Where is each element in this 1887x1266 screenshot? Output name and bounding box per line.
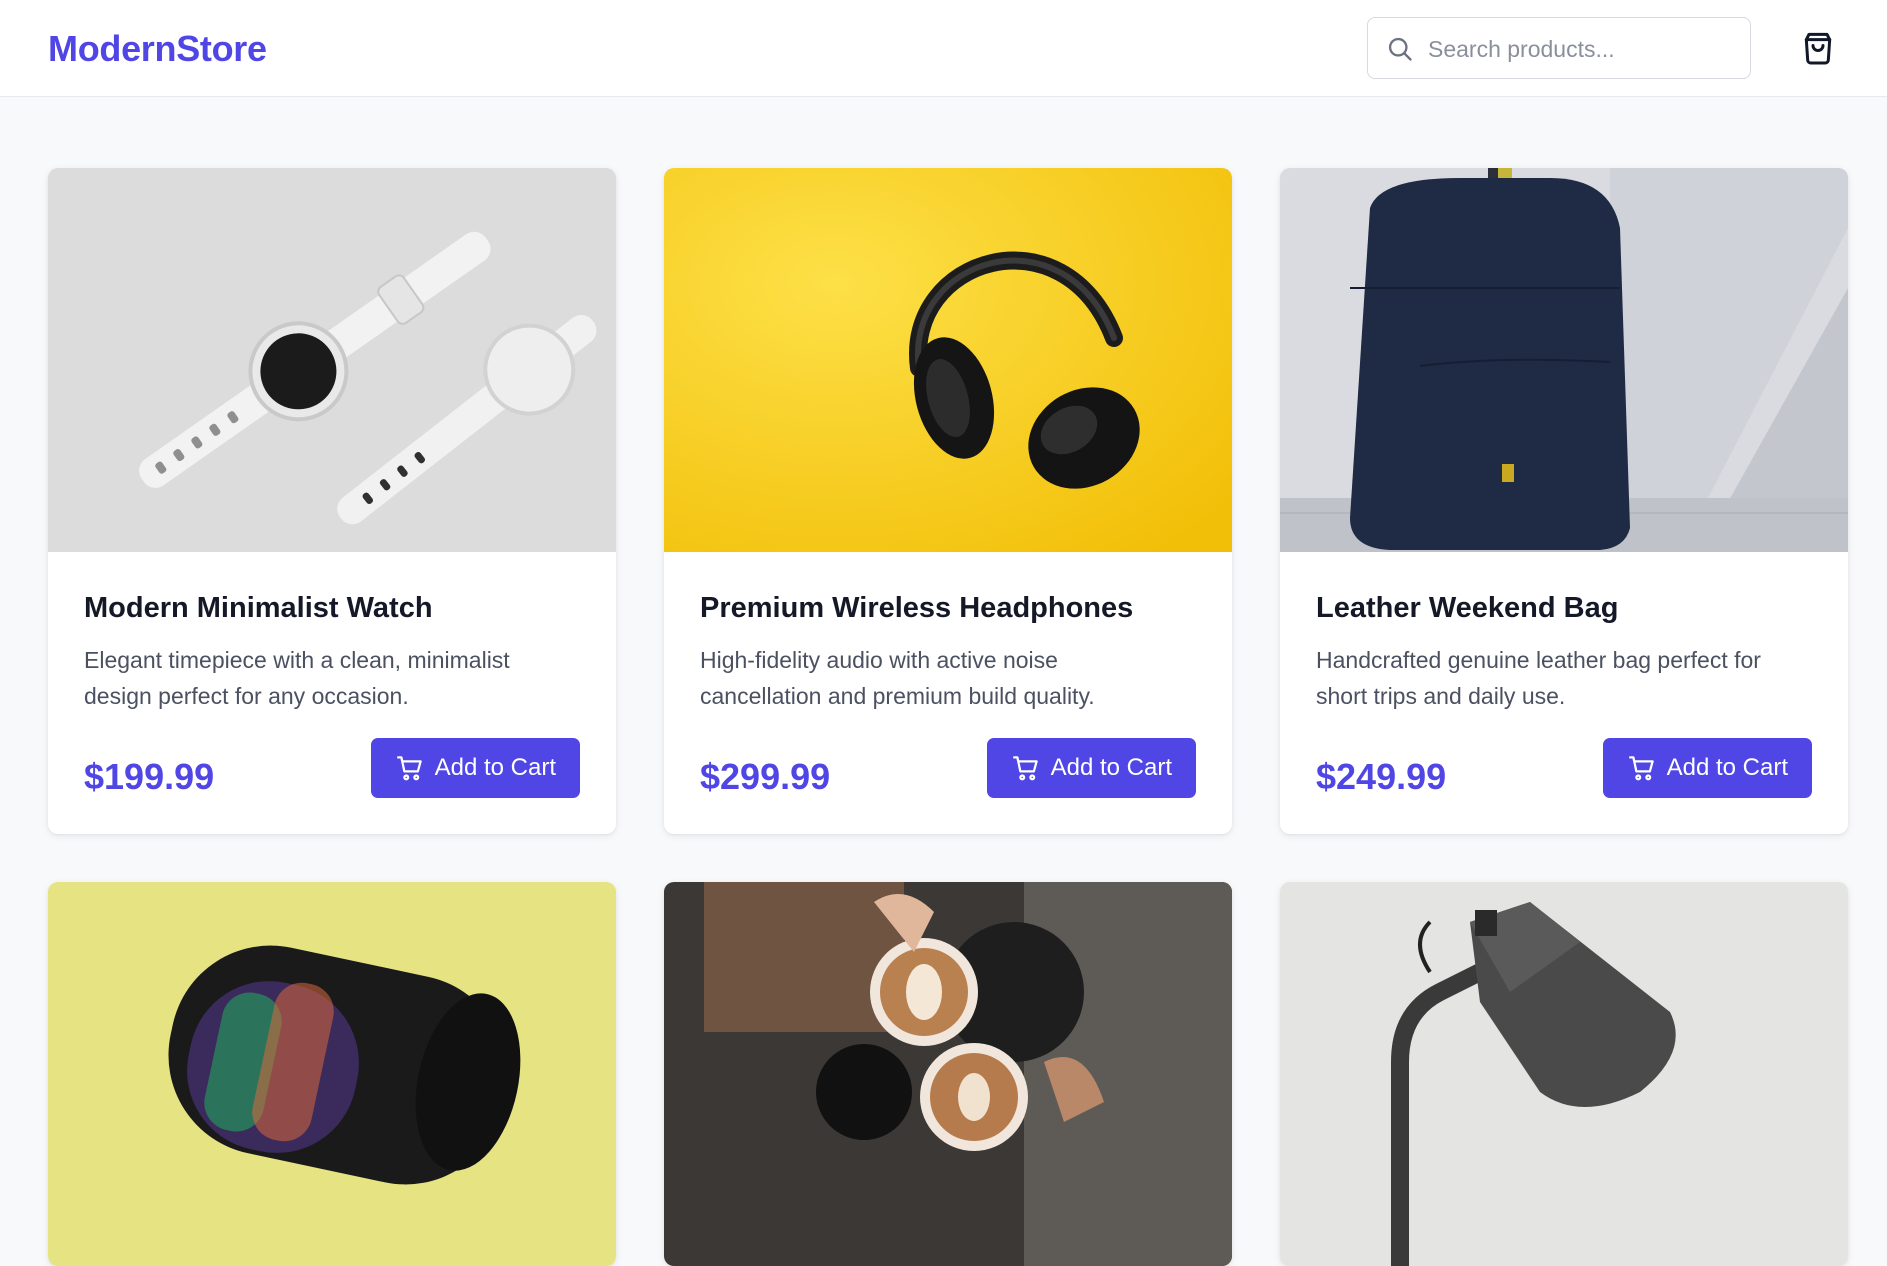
search-input[interactable] xyxy=(1428,32,1733,66)
search-icon xyxy=(1388,37,1412,61)
product-card xyxy=(48,882,616,1266)
search-box[interactable] xyxy=(1367,17,1751,79)
add-to-cart-button[interactable]: Add to Cart xyxy=(370,738,580,798)
cart-icon xyxy=(396,756,422,781)
product-card: Leather Weekend Bag Handcrafted genuine … xyxy=(1280,168,1848,834)
top-navbar: ModernStore xyxy=(0,0,1887,97)
product-price: $249.99 xyxy=(1316,756,1447,797)
add-to-cart-label: Add to Cart xyxy=(434,754,556,781)
cart-icon xyxy=(1012,756,1038,781)
product-card xyxy=(664,882,1232,1266)
product-image-coffee[interactable] xyxy=(664,882,1232,1266)
product-title: Premium Wireless Headphones xyxy=(700,592,1134,624)
add-to-cart-label: Add to Cart xyxy=(1666,754,1788,781)
product-description: High-fidelity audio with active noise ca… xyxy=(700,647,1095,709)
product-image-watch[interactable] xyxy=(48,168,616,552)
product-description: Elegant timepiece with a clean, minimali… xyxy=(84,647,510,709)
product-price: $199.99 xyxy=(84,756,215,797)
product-image-speaker[interactable] xyxy=(48,882,616,1266)
product-image-headphones[interactable] xyxy=(664,168,1232,552)
add-to-cart-label: Add to Cart xyxy=(1050,754,1172,781)
product-image-bag[interactable] xyxy=(1280,168,1848,552)
product-card: Modern Minimalist Watch Elegant timepiec… xyxy=(48,168,616,834)
product-title: Modern Minimalist Watch xyxy=(84,592,433,624)
cart-icon xyxy=(1628,756,1654,781)
product-card xyxy=(1280,882,1848,1266)
cart-button[interactable] xyxy=(1798,28,1838,68)
product-image-lamp[interactable] xyxy=(1280,882,1848,1266)
add-to-cart-button[interactable]: Add to Cart xyxy=(986,738,1196,798)
shopping-bag-icon xyxy=(1804,32,1832,65)
brand-logo[interactable]: ModernStore xyxy=(48,28,267,70)
product-price: $299.99 xyxy=(700,756,831,797)
add-to-cart-button[interactable]: Add to Cart xyxy=(1602,738,1812,798)
product-title: Leather Weekend Bag xyxy=(1316,592,1619,624)
product-card: Premium Wireless Headphones High-fidelit… xyxy=(664,168,1232,834)
product-description: Handcrafted genuine leather bag perfect … xyxy=(1316,647,1761,709)
